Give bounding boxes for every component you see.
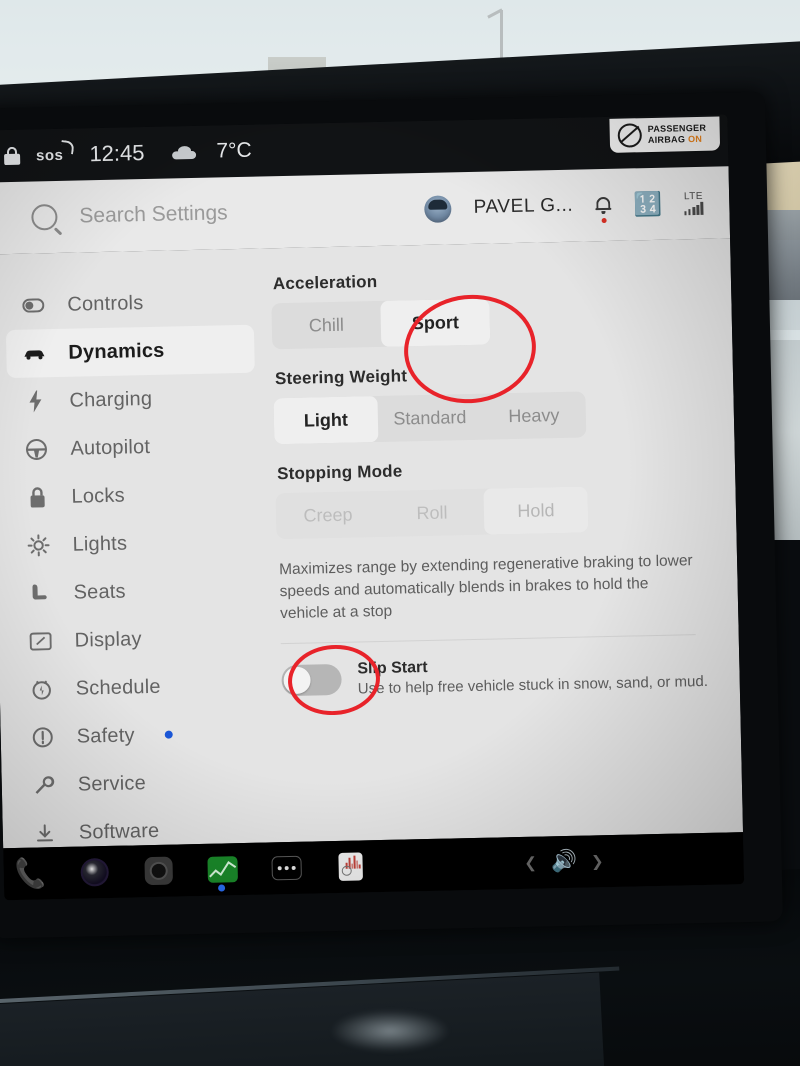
padlock-icon <box>25 486 49 509</box>
toggle-knob <box>283 666 311 695</box>
tesla-touchscreen: sos 12:45 7°C PASSENGER AIRBAG ON Search… <box>0 91 783 939</box>
download-icon <box>33 823 57 844</box>
profile-name[interactable]: PAVEL G... <box>473 195 573 219</box>
avatar[interactable] <box>424 194 452 223</box>
car-icon <box>22 346 46 361</box>
notification-dot <box>601 217 607 223</box>
sidebar-label: Locks <box>71 484 125 508</box>
sidebar-item-service[interactable]: Service <box>15 757 264 810</box>
stopping-hold-option[interactable]: Hold <box>483 486 589 535</box>
slip-start-toggle[interactable] <box>281 663 342 697</box>
sidebar-item-lights[interactable]: Lights <box>10 517 259 570</box>
lock-icon <box>4 146 21 166</box>
bell-icon[interactable] <box>595 195 612 223</box>
sidebar-item-display[interactable]: Display <box>12 613 261 666</box>
passenger-airbag-icon <box>617 123 643 148</box>
acceleration-chill-option[interactable]: Chill <box>271 301 381 349</box>
seat-icon <box>27 582 51 605</box>
airbag-line-2: AIRBAG <box>647 134 686 146</box>
sidebar-item-safety[interactable]: Safety <box>14 709 263 762</box>
radio-icon <box>338 852 363 881</box>
stopping-mode-segmented-control: Creep Roll Hold <box>275 486 589 540</box>
clock-icon <box>29 678 53 701</box>
sos-hook-icon <box>60 139 75 154</box>
steering-weight-segmented-control: Light Standard Heavy <box>273 391 587 445</box>
dashcam-app[interactable] <box>141 854 176 889</box>
signal-bars-icon <box>684 201 704 216</box>
sun-icon <box>26 534 50 557</box>
chevron-left-icon[interactable]: ❮ <box>524 854 537 872</box>
temperature: 7°C <box>216 138 252 163</box>
sidebar-label: Lights <box>72 532 128 556</box>
steering-weight-title: Steering Weight <box>274 366 408 389</box>
wrench-icon <box>32 774 56 797</box>
stopping-roll-option[interactable]: Roll <box>379 489 484 537</box>
sos-button[interactable]: sos <box>35 139 75 164</box>
sidebar-label: Seats <box>73 580 126 604</box>
sidebar-label: Charging <box>69 387 153 412</box>
search-icon[interactable] <box>31 203 58 231</box>
volume-control: ❮ 🔊 ❯ <box>524 846 744 875</box>
more-apps[interactable] <box>269 851 304 886</box>
display-icon <box>28 632 52 651</box>
sidebar-item-seats[interactable]: Seats <box>11 565 260 618</box>
sidebar-item-autopilot[interactable]: Autopilot <box>8 421 257 474</box>
divider <box>280 634 696 645</box>
settings-body: Controls Dynamics Charging Autopilot Loc… <box>0 238 744 891</box>
steering-wheel-icon <box>24 438 48 461</box>
chart-icon <box>207 856 238 883</box>
screen-display: sos 12:45 7°C PASSENGER AIRBAG ON Search… <box>0 114 745 901</box>
alert-circle-icon <box>31 726 55 749</box>
sidebar-label: Autopilot <box>70 435 151 460</box>
camera-icon <box>144 856 174 886</box>
console-light-reflection <box>330 1010 450 1052</box>
sidebar-label: Display <box>74 627 142 652</box>
sidebar-label: Service <box>77 771 147 796</box>
toggle-icon <box>21 298 45 313</box>
search-input[interactable]: Search Settings <box>79 201 228 228</box>
sidebar-label: Software <box>78 819 160 844</box>
sidebar-item-controls[interactable]: Controls <box>5 277 254 330</box>
stopping-mode-description: Maximizes range by extending regenerativ… <box>278 552 693 623</box>
cloud-icon <box>172 145 196 159</box>
acceleration-sport-option[interactable]: Sport <box>380 298 491 347</box>
volume-icon[interactable]: 🔊 <box>551 850 578 875</box>
settings-content: Acceleration Chill Sport Steering Weight… <box>252 238 743 842</box>
slip-start-row: Slip Start Use to help free vehicle stuc… <box>279 653 714 699</box>
stopping-creep-option[interactable]: Creep <box>276 491 381 539</box>
sidebar-item-schedule[interactable]: Schedule <box>13 661 262 714</box>
status-badge <box>164 730 173 739</box>
steering-standard-option[interactable]: Standard <box>377 394 482 442</box>
sidebar-label: Schedule <box>75 675 161 700</box>
acceleration-segmented-control: Chill Sport <box>271 298 491 350</box>
stopping-mode-title: Stopping Mode <box>276 461 403 484</box>
sidebar-item-dynamics[interactable]: Dynamics <box>5 324 255 379</box>
sos-label: sos <box>35 146 64 164</box>
chevron-right-icon[interactable]: ❯ <box>591 852 604 870</box>
steering-light-option[interactable]: Light <box>273 396 379 445</box>
sidebar-label: Safety <box>76 723 135 748</box>
phone-app[interactable]: 📞 <box>12 856 50 891</box>
sidebar-label: Controls <box>67 291 144 316</box>
network-label: LTE <box>683 190 704 203</box>
network-status[interactable]: LTE <box>683 190 704 216</box>
settings-sidebar: Controls Dynamics Charging Autopilot Loc… <box>0 249 265 891</box>
steering-heavy-option[interactable]: Heavy <box>481 391 586 439</box>
orb-icon <box>80 857 110 887</box>
ellipsis-icon <box>271 855 302 881</box>
radio-app[interactable] <box>333 849 368 884</box>
airbag-state: ON <box>687 133 703 145</box>
sidebar-label: Dynamics <box>68 339 165 364</box>
update-badge <box>218 884 226 892</box>
passenger-airbag-indicator: PASSENGER AIRBAG ON <box>609 116 721 153</box>
sidebar-item-locks[interactable]: Locks <box>9 469 258 522</box>
clock: 12:45 <box>89 140 145 167</box>
acceleration-title: Acceleration <box>272 271 378 294</box>
phone-icon: 📞 <box>12 856 50 891</box>
lightning-bolt-icon <box>23 390 47 413</box>
media-app[interactable] <box>77 855 112 890</box>
sidebar-item-charging[interactable]: Charging <box>7 373 256 426</box>
bluetooth-icon[interactable]: 🔢 <box>633 190 662 217</box>
energy-app[interactable] <box>205 852 240 892</box>
